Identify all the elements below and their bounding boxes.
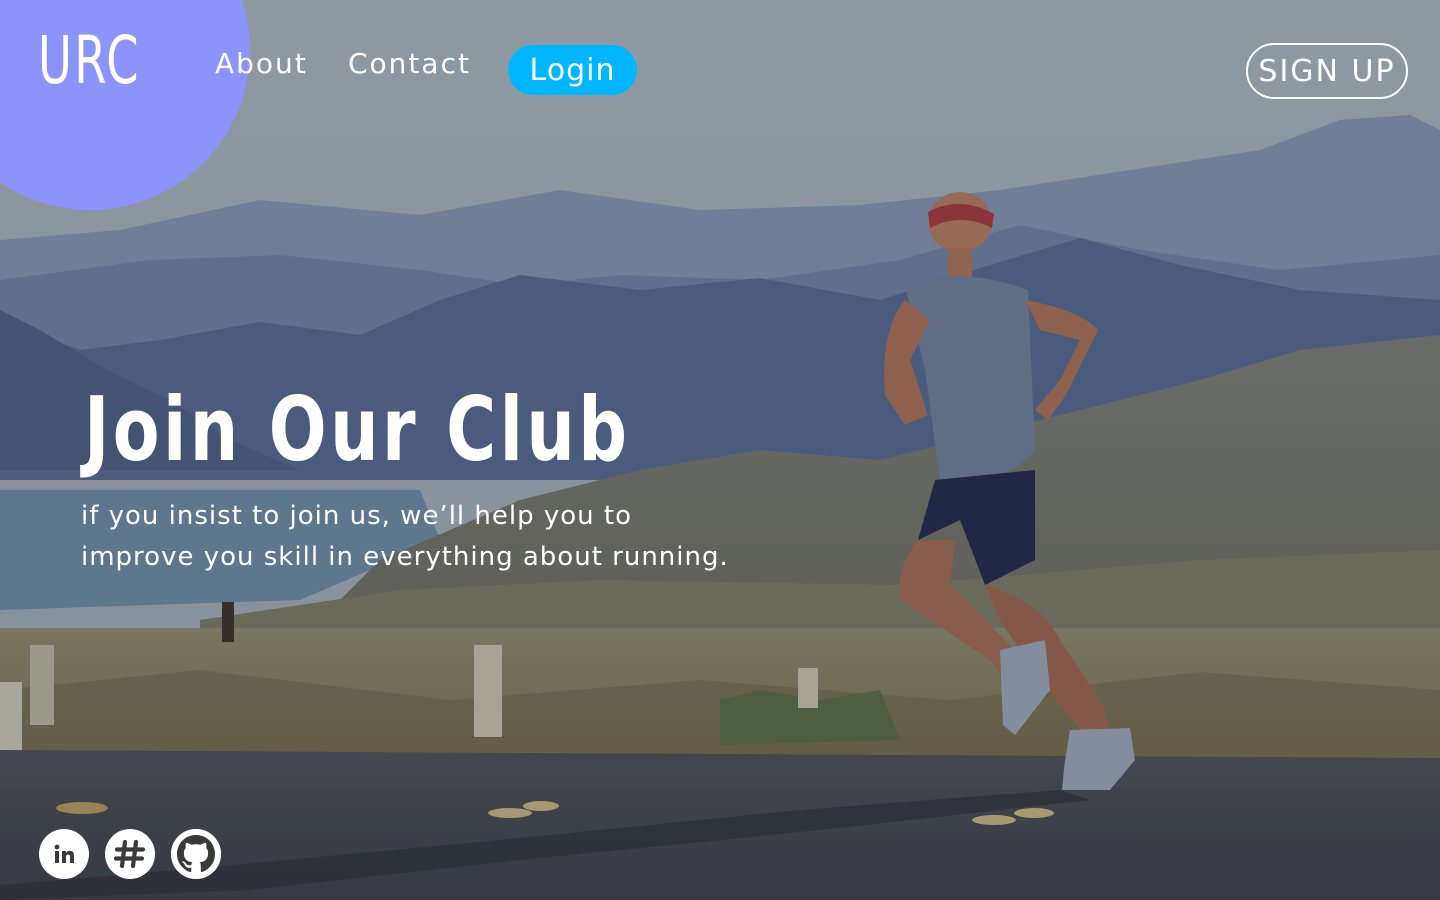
github-link[interactable]	[171, 829, 221, 879]
nav-about-link[interactable]: About	[215, 50, 308, 78]
hero-subtitle: if you insist to join us, we’ll help you…	[81, 496, 781, 578]
signup-button[interactable]: SIGN UP	[1246, 43, 1408, 99]
linkedin-link[interactable]	[39, 829, 89, 879]
login-button[interactable]: Login	[508, 45, 637, 95]
hero-subtitle-line-1: if you insist to join us, we’ll help you…	[81, 501, 633, 531]
hero-title: Join Our Club	[84, 378, 631, 481]
brand-logo[interactable]: URC	[38, 28, 141, 94]
linkedin-icon	[53, 843, 75, 865]
slack-link[interactable]	[105, 829, 155, 879]
nav-contact-link[interactable]: Contact	[348, 50, 471, 78]
slack-icon	[113, 837, 147, 871]
github-icon	[171, 829, 221, 879]
hero-subtitle-line-2: improve you skill in everything about ru…	[81, 542, 729, 572]
